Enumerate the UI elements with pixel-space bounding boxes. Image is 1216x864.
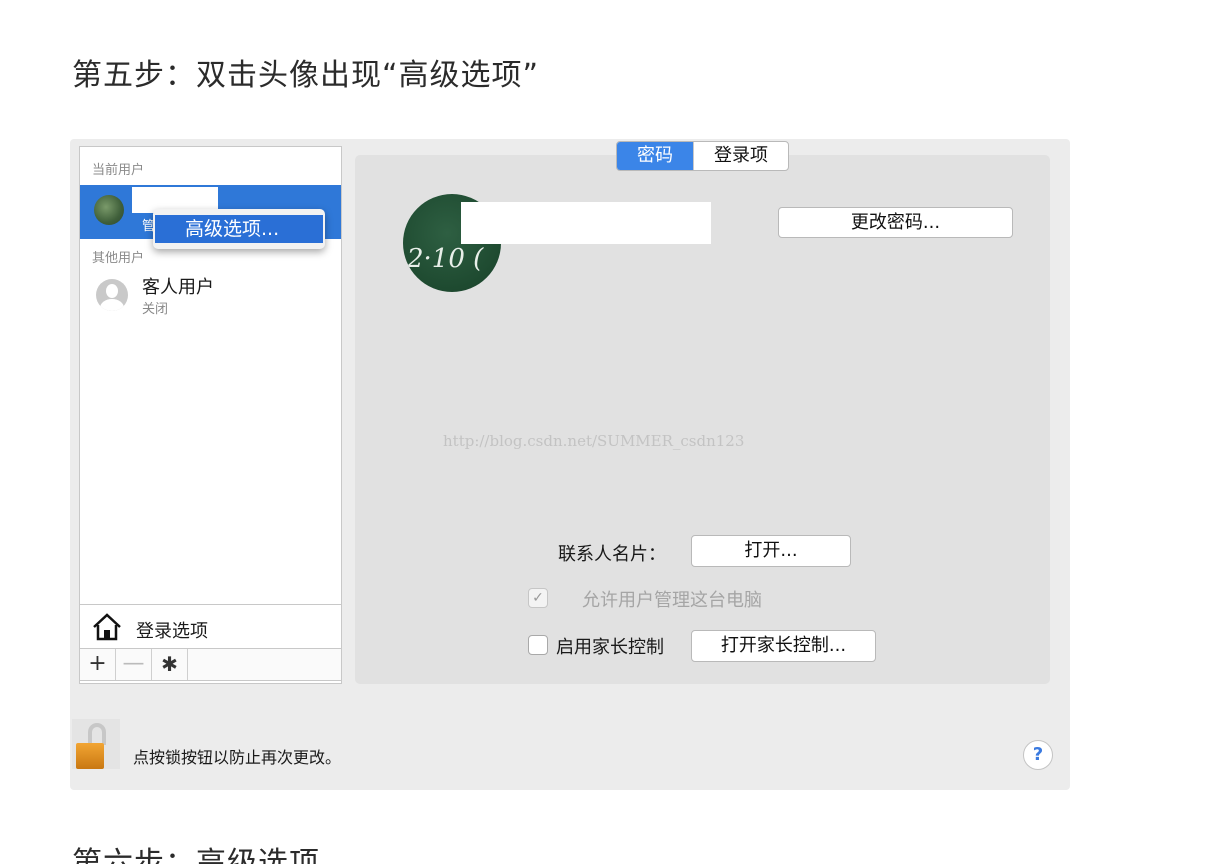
contact-card-label: 联系人名片：: [558, 544, 666, 565]
open-parental-controls-button[interactable]: 打开家长控制...: [691, 630, 876, 662]
step5-heading: 第五步：双击头像出现“高级选项”: [72, 58, 540, 93]
current-users-label: 当前用户: [92, 163, 145, 178]
change-password-button[interactable]: 更改密码...: [778, 207, 1013, 238]
house-icon: [93, 613, 121, 641]
watermark: http://blog.csdn.net/SUMMER_csdn123: [443, 432, 745, 450]
users-sidebar: 当前用户 管 其他用户 客人用户 关闭 高级选项... 登录选项: [79, 146, 342, 684]
users-groups-window: 当前用户 管 其他用户 客人用户 关闭 高级选项... 登录选项 + — ✱ 密…: [70, 139, 1070, 790]
admin-checkbox: ✓: [528, 588, 548, 608]
sidebar-toolbar: + — ✱: [79, 648, 342, 681]
add-user-button[interactable]: +: [80, 649, 116, 680]
context-menu: 高级选项...: [153, 209, 325, 249]
login-options-label: 登录选项: [136, 621, 208, 642]
admin-checkbox-label: 允许用户管理这台电脑: [582, 590, 762, 611]
avatar-text: 2·10 (: [407, 244, 484, 274]
guest-user-status: 关闭: [142, 302, 169, 317]
current-user-avatar[interactable]: [94, 195, 124, 225]
help-icon[interactable]: ?: [1023, 740, 1053, 770]
gear-icon[interactable]: ✱: [152, 649, 188, 680]
guest-user-name[interactable]: 客人用户: [142, 273, 214, 299]
other-users-label: 其他用户: [92, 251, 145, 266]
parental-control-label[interactable]: 启用家长控制: [556, 633, 664, 659]
remove-user-button[interactable]: —: [116, 649, 152, 680]
lock-hint-text: 点按锁按钮以防止再次更改。: [133, 748, 342, 767]
redacted-fullname: [461, 202, 711, 244]
open-contact-button[interactable]: 打开...: [691, 535, 851, 567]
advanced-options-menu-item[interactable]: 高级选项...: [155, 215, 323, 243]
parental-control-checkbox[interactable]: [528, 635, 548, 655]
tab-password[interactable]: 密码: [617, 142, 693, 170]
step6-heading: 第六步：高级选项: [72, 846, 320, 864]
tab-bar: 密码 登录项: [616, 141, 789, 171]
lock-icon[interactable]: [72, 719, 120, 769]
tab-login-items[interactable]: 登录项: [693, 142, 788, 170]
login-options-row[interactable]: 登录选项: [80, 604, 341, 648]
guest-avatar-icon: [96, 279, 128, 311]
